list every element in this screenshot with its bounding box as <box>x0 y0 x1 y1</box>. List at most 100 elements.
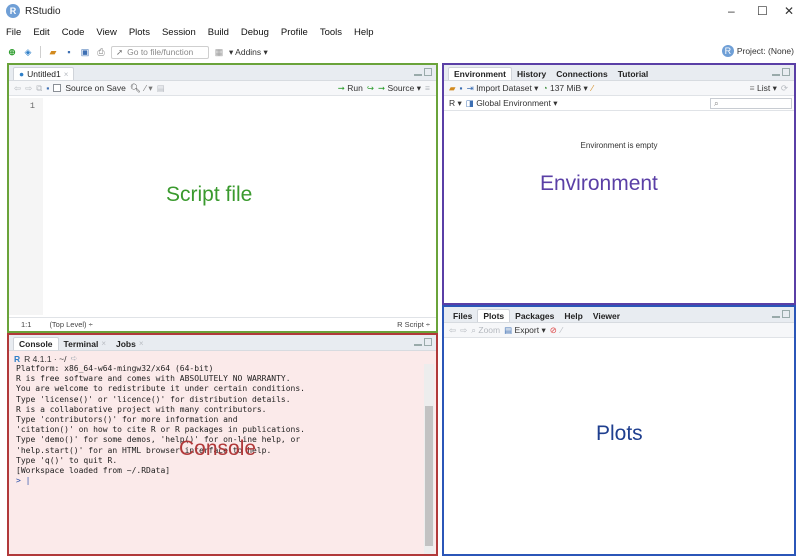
tab-untitled1[interactable]: ● Untitled1 × <box>13 67 75 80</box>
language-selector[interactable]: R ▾ <box>449 98 462 109</box>
show-in-window-icon[interactable]: ⧉ <box>36 83 42 94</box>
close-tab-icon[interactable]: × <box>101 339 106 348</box>
import-dataset-button[interactable]: ⇥ Import Dataset ▾ <box>467 83 539 94</box>
code-tools-wand-icon[interactable]: ⁄ ▾ <box>145 83 153 94</box>
global-env-label: Global Environment <box>476 97 551 108</box>
export-button[interactable]: ▤ Export ▾ <box>504 325 546 336</box>
list-icon: ≡ <box>749 82 755 93</box>
menu-code[interactable]: Code <box>56 27 91 38</box>
save-all-icon[interactable]: ▣ <box>79 46 91 58</box>
window-titlebar: R RStudio – ☐ ✕ <box>0 0 796 22</box>
project-menu[interactable]: R Project: (None) <box>721 45 794 57</box>
menu-session[interactable]: Session <box>156 27 202 38</box>
document-outline-icon[interactable]: ≡ <box>425 83 430 93</box>
environment-search-input[interactable]: ⌕ <box>710 97 792 109</box>
script-tabbar: ● Untitled1 × <box>9 65 436 81</box>
remove-plot-icon[interactable]: ⊘ <box>550 325 557 336</box>
console-line: You are welcome to redistribute it under… <box>16 384 305 394</box>
forward-arrow-icon[interactable]: ⇨ <box>25 83 32 94</box>
previous-plot-icon[interactable]: ⇦ <box>449 325 456 336</box>
pane-window-controls[interactable] <box>414 338 432 346</box>
save-workspace-icon[interactable]: ▪ <box>460 83 463 93</box>
source-button[interactable]: ➞ Source ▾ <box>378 83 421 94</box>
tab-plots[interactable]: Plots <box>477 309 511 322</box>
tab-help[interactable]: Help <box>559 309 587 322</box>
menu-view[interactable]: View <box>90 27 122 38</box>
menu-edit[interactable]: Edit <box>27 27 55 38</box>
clear-plots-broom-icon[interactable]: ⁄ <box>561 325 562 335</box>
open-file-icon[interactable]: ▰ <box>47 46 59 58</box>
save-icon[interactable]: ▪ <box>63 46 75 58</box>
r-logo-icon: R <box>14 353 21 364</box>
tab-history[interactable]: History <box>512 67 551 80</box>
console-line: R is a collaborative project with many c… <box>16 404 267 414</box>
zoom-label: Zoom <box>478 324 501 335</box>
close-tab-icon[interactable]: × <box>139 339 144 348</box>
prompt-symbol: > <box>16 476 21 486</box>
menu-file[interactable]: File <box>0 27 27 38</box>
file-type-selector[interactable]: R Script ÷ <box>397 320 430 329</box>
pane-window-controls[interactable] <box>772 310 790 318</box>
tab-console[interactable]: Console <box>13 337 59 350</box>
search-icon[interactable]: 🔍︎ <box>130 83 141 94</box>
pane-window-controls[interactable] <box>414 68 432 76</box>
tab-viewer[interactable]: Viewer <box>588 309 625 322</box>
project-label: Project: (None) <box>736 46 794 56</box>
environment-scope-bar: R ▾ ◨ Global Environment ▾ ⌕ <box>444 96 794 111</box>
memory-usage-button[interactable]: ◔ 137 MiB ▾ <box>542 83 587 94</box>
menu-debug[interactable]: Debug <box>235 27 275 38</box>
goto-file-input[interactable]: ➚ Go to file/function <box>111 45 209 59</box>
console-tabbar: Console Terminal × Jobs × <box>9 335 436 351</box>
close-window-button[interactable]: ✕ <box>784 4 794 18</box>
environment-label: Environment <box>540 172 658 195</box>
scope-selector[interactable]: (Top Level) ÷ <box>49 320 92 329</box>
new-file-icon[interactable]: ⊕ <box>6 46 18 58</box>
back-arrow-icon[interactable]: ⇦ <box>14 83 21 94</box>
menu-bar: File Edit Code View Plots Session Build … <box>0 25 796 39</box>
run-button[interactable]: ➞ Run <box>338 83 363 94</box>
next-plot-icon[interactable]: ⇨ <box>460 325 467 336</box>
menu-help[interactable]: Help <box>348 27 380 38</box>
menu-build[interactable]: Build <box>202 27 235 38</box>
refresh-icon[interactable]: ⟳ <box>781 83 788 94</box>
plots-toolbar: ⇦ ⇨ ⌕ Zoom ▤ Export ▾ ⊘ ⁄ <box>444 323 794 338</box>
grid-layout-icon[interactable]: ▦ <box>213 46 225 58</box>
script-pane: ● Untitled1 × ⇦ ⇨ ⧉ ▪ Source on Save 🔍︎ … <box>7 63 438 333</box>
source-label: Source <box>387 82 415 93</box>
tab-files[interactable]: Files <box>448 309 477 322</box>
zoom-button[interactable]: ⌕ Zoom <box>471 325 500 336</box>
menu-tools[interactable]: Tools <box>314 27 348 38</box>
menu-profile[interactable]: Profile <box>275 27 314 38</box>
clear-broom-icon[interactable]: ⁄ <box>592 83 593 93</box>
tab-tutorial[interactable]: Tutorial <box>613 67 654 80</box>
maximize-window-button[interactable]: ☐ <box>757 4 768 18</box>
minimize-window-button[interactable]: – <box>728 4 735 18</box>
print-icon[interactable]: ⎙ <box>95 46 107 58</box>
pane-window-controls[interactable] <box>772 68 790 76</box>
tab-connections[interactable]: Connections <box>551 67 612 80</box>
console-scrollbar[interactable] <box>424 364 434 554</box>
source-on-save-checkbox[interactable] <box>53 84 62 92</box>
memory-usage-label: 137 MiB <box>549 82 582 93</box>
run-arrow-icon: ➞ <box>337 82 345 93</box>
environment-empty-message: Environment is empty <box>580 141 658 150</box>
load-workspace-icon[interactable]: ▰ <box>449 83 456 94</box>
list-view-button[interactable]: ≡ List ▾ <box>750 83 777 94</box>
compile-report-icon[interactable]: ▤ <box>157 83 165 94</box>
rerun-arrow-icon[interactable]: ↪ <box>367 83 374 94</box>
plots-label: Plots <box>596 422 643 445</box>
menu-plots[interactable]: Plots <box>123 27 156 38</box>
addins-button[interactable]: ▾ Addins ▾ <box>229 47 268 58</box>
go-to-directory-icon[interactable]: ➪ <box>70 353 77 364</box>
tab-packages[interactable]: Packages <box>510 309 559 322</box>
save-script-icon[interactable]: ▪ <box>46 83 49 93</box>
close-tab-icon[interactable]: × <box>64 70 69 79</box>
console-scrollbar-thumb[interactable] <box>425 406 433 546</box>
new-project-icon[interactable]: ◈ <box>22 46 34 58</box>
tab-environment[interactable]: Environment <box>448 67 512 80</box>
global-env-selector[interactable]: ◨ Global Environment ▾ <box>466 98 558 109</box>
console-prompt[interactable]: > | <box>16 476 424 486</box>
main-toolbar: ⊕ ◈ ▰ ▪ ▣ ⎙ ➚ Go to file/function ▦ ▾ Ad… <box>0 43 796 61</box>
tab-jobs[interactable]: Jobs × <box>111 337 149 350</box>
tab-terminal[interactable]: Terminal × <box>59 337 111 350</box>
